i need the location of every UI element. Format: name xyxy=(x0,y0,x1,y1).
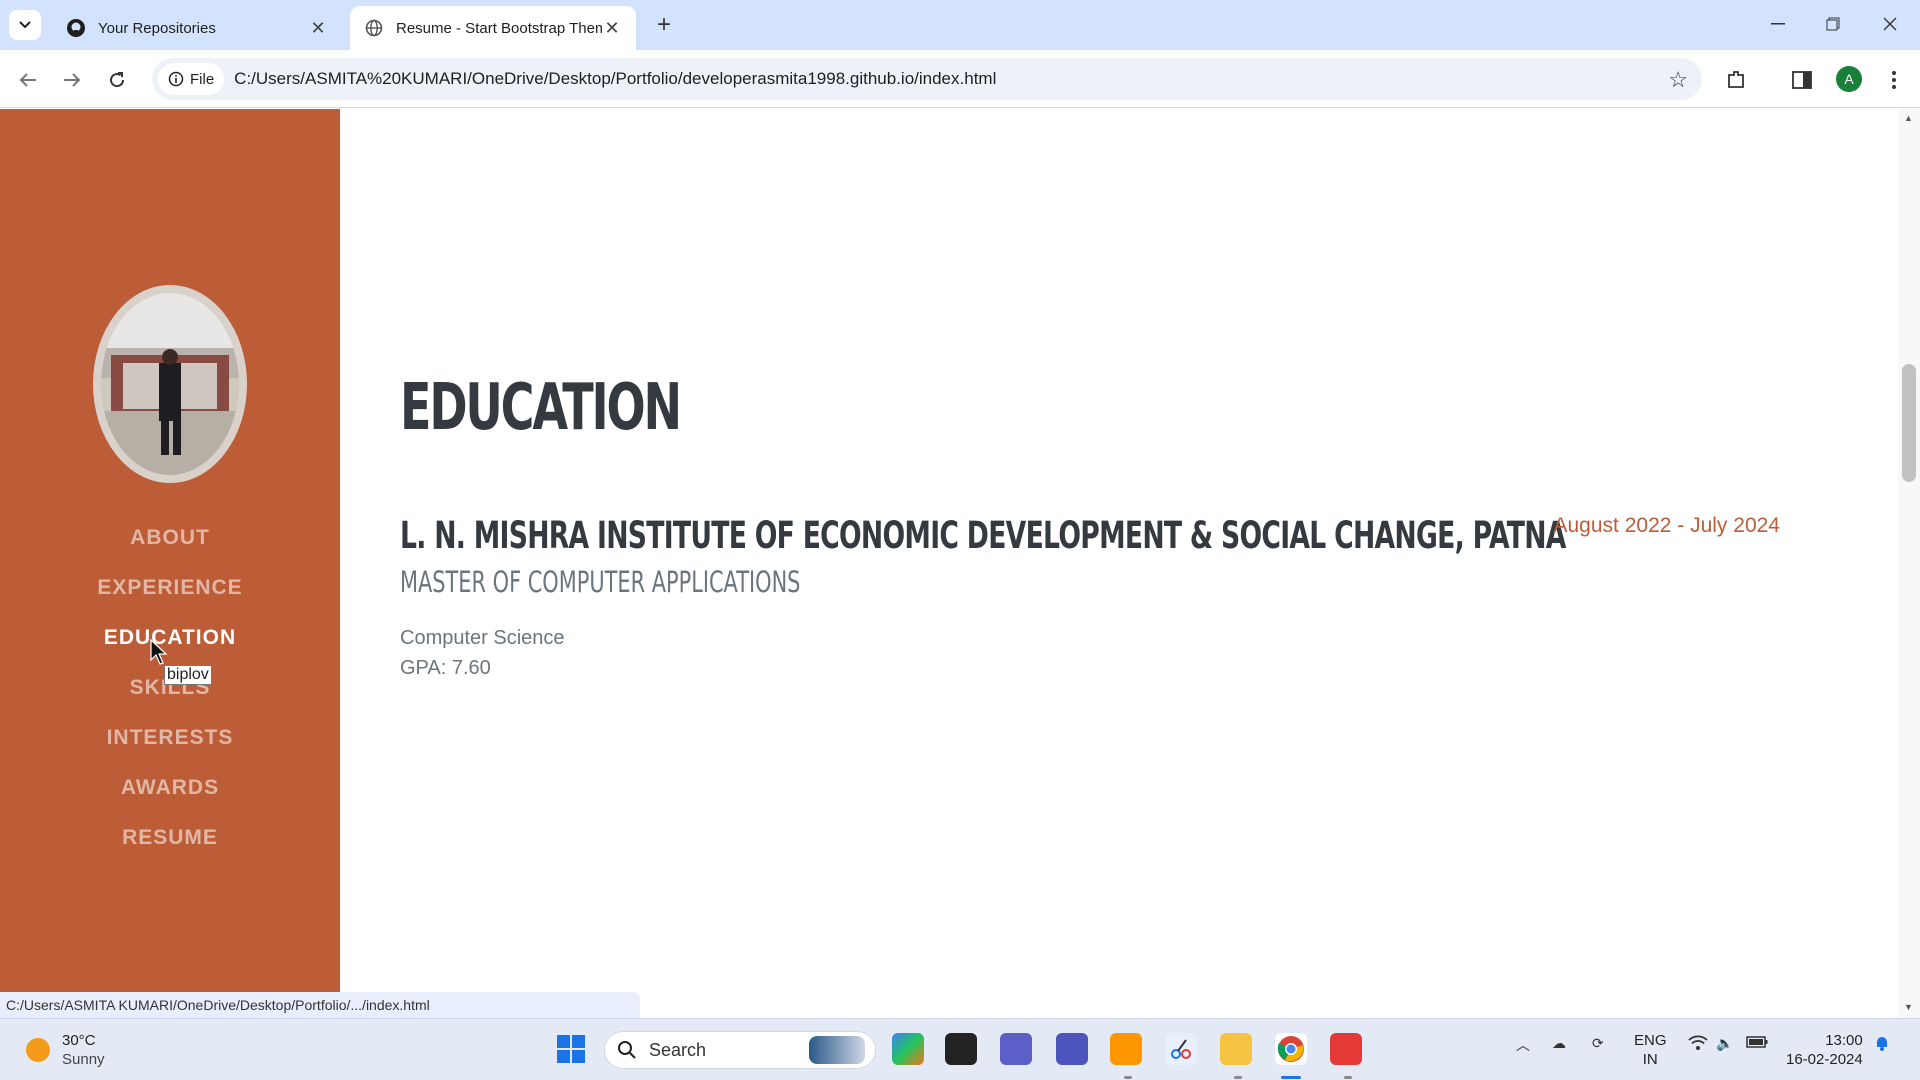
clock-time: 13:00 xyxy=(1825,1032,1863,1049)
language-indicator[interactable]: ENG IN xyxy=(1634,1031,1667,1069)
wifi-icon[interactable] xyxy=(1688,1035,1708,1054)
nav-experience[interactable]: EXPERIENCE xyxy=(0,563,340,613)
copilot-icon[interactable] xyxy=(892,1033,924,1065)
sublime-text-icon[interactable] xyxy=(1110,1033,1142,1065)
minimize-icon[interactable] xyxy=(1758,8,1798,40)
new-tab-button[interactable]: + xyxy=(652,11,676,38)
onedrive-icon[interactable]: ☁ xyxy=(1552,1035,1566,1052)
file-chip-label: File xyxy=(190,70,215,88)
tab-your-repositories[interactable]: Your Repositories ✕ xyxy=(52,6,342,50)
tab-title: Resume - Start Bootstrap Theme xyxy=(396,19,602,37)
search-icon xyxy=(618,1041,636,1059)
scroll-thumb[interactable] xyxy=(1902,364,1916,482)
notification-bell-icon[interactable] xyxy=(1875,1035,1889,1054)
site-info-chip[interactable]: File xyxy=(158,63,225,95)
nav-awards[interactable]: AWARDS xyxy=(0,763,340,813)
chevron-down-icon xyxy=(19,21,31,29)
field-of-study: Computer Science xyxy=(400,627,565,649)
browser-toolbar: File C:/Users/ASMITA%20KUMARI/OneDrive/D… xyxy=(0,50,1920,108)
sidebar-nav: ABOUT EXPERIENCE EDUCATION SKILLS INTERE… xyxy=(0,513,340,863)
profile-photo xyxy=(93,285,247,483)
teams-icon[interactable] xyxy=(1056,1033,1088,1065)
section-title: EDUCATION xyxy=(400,371,682,445)
hover-tooltip: biplov xyxy=(164,665,212,685)
tab-search-button[interactable] xyxy=(9,10,41,40)
page-scrollbar[interactable]: ▲ ▼ xyxy=(1898,109,1920,1018)
clock-date: 16-02-2024 xyxy=(1786,1051,1863,1068)
search-label: Search xyxy=(649,1039,707,1060)
close-tab-icon[interactable]: ✕ xyxy=(308,18,328,39)
nav-resume[interactable]: RESUME xyxy=(0,813,340,863)
info-icon xyxy=(168,71,184,87)
weather-condition: Sunny xyxy=(62,1051,105,1068)
globe-icon xyxy=(364,18,384,38)
github-icon xyxy=(66,18,86,38)
close-window-icon[interactable] xyxy=(1870,8,1910,40)
sync-icon[interactable]: ⟳ xyxy=(1592,1035,1604,1052)
sun-icon xyxy=(26,1038,50,1062)
more-menu-icon[interactable] xyxy=(1880,66,1908,94)
gpa-value: GPA: 7.60 xyxy=(400,657,491,679)
chevron-up-icon[interactable]: ︿ xyxy=(1516,1035,1530,1055)
running-indicator xyxy=(1234,1076,1242,1079)
active-indicator xyxy=(1281,1076,1301,1079)
institution-name: L. N. MISHRA INSTITUTE OF ECONOMIC DEVEL… xyxy=(400,514,1566,557)
back-arrow-icon[interactable] xyxy=(12,64,44,96)
snipping-tool-icon[interactable] xyxy=(1165,1033,1197,1065)
restore-icon[interactable] xyxy=(1813,8,1853,40)
tab-title: Your Repositories xyxy=(98,19,216,37)
volume-icon[interactable]: 🔈 xyxy=(1716,1035,1733,1052)
scroll-up-icon[interactable]: ▲ xyxy=(1904,113,1913,123)
education-dates: August 2022 - July 2024 xyxy=(1553,514,1781,537)
file-explorer-icon[interactable] xyxy=(1220,1033,1252,1065)
nav-education[interactable]: EDUCATION xyxy=(0,613,340,663)
chrome-icon[interactable] xyxy=(1275,1033,1307,1065)
browser-tab-strip: Your Repositories ✕ Resume - Start Boots… xyxy=(0,0,1920,50)
nav-interests[interactable]: INTERESTS xyxy=(0,713,340,763)
windows-start-icon[interactable] xyxy=(555,1033,587,1065)
sidebar: ABOUT EXPERIENCE EDUCATION SKILLS INTERE… xyxy=(0,109,340,1018)
chat-icon[interactable] xyxy=(1000,1033,1032,1065)
page-viewport: ABOUT EXPERIENCE EDUCATION SKILLS INTERE… xyxy=(0,109,1920,1018)
degree-title: MASTER OF COMPUTER APPLICATIONS xyxy=(400,565,801,599)
weather-temp: 30°C xyxy=(62,1032,96,1049)
close-tab-icon[interactable]: ✕ xyxy=(602,18,622,39)
taskbar: 30°C Sunny Search ︿ ☁ ⟳ ENG IN 🔈 13:00 1… xyxy=(0,1018,1920,1080)
scroll-down-icon[interactable]: ▼ xyxy=(1904,1002,1913,1012)
address-bar[interactable]: File C:/Users/ASMITA%20KUMARI/OneDrive/D… xyxy=(152,58,1702,100)
status-bar-url: C:/Users/ASMITA KUMARI/OneDrive/Desktop/… xyxy=(0,992,640,1018)
language-code: ENG xyxy=(1634,1032,1667,1049)
region-code: IN xyxy=(1642,1051,1658,1068)
side-panel-icon[interactable] xyxy=(1788,66,1816,94)
bookmark-star-icon[interactable]: ☆ xyxy=(1668,67,1688,93)
search-highlight-image xyxy=(809,1036,865,1064)
education-section: EDUCATION L. N. MISHRA INSTITUTE OF ECON… xyxy=(400,109,1780,1018)
profile-avatar[interactable]: A xyxy=(1836,66,1862,92)
url-text[interactable]: C:/Users/ASMITA%20KUMARI/OneDrive/Deskto… xyxy=(234,69,996,89)
reload-icon[interactable] xyxy=(101,64,133,96)
task-view-icon[interactable] xyxy=(945,1033,977,1065)
taskbar-search[interactable]: Search xyxy=(604,1031,876,1069)
nav-about[interactable]: ABOUT xyxy=(0,513,340,563)
git-app-icon[interactable] xyxy=(1330,1033,1362,1065)
running-indicator xyxy=(1124,1076,1132,1079)
weather-widget[interactable]: 30°C Sunny xyxy=(26,1031,105,1069)
running-indicator xyxy=(1344,1076,1352,1079)
system-clock[interactable]: 13:00 16-02-2024 xyxy=(1786,1031,1863,1069)
forward-arrow-icon[interactable] xyxy=(56,64,88,96)
mouse-cursor-icon xyxy=(150,639,168,665)
tab-resume[interactable]: Resume - Start Bootstrap Theme ✕ xyxy=(350,6,636,50)
extensions-icon[interactable] xyxy=(1722,66,1750,94)
battery-icon[interactable] xyxy=(1746,1035,1768,1051)
